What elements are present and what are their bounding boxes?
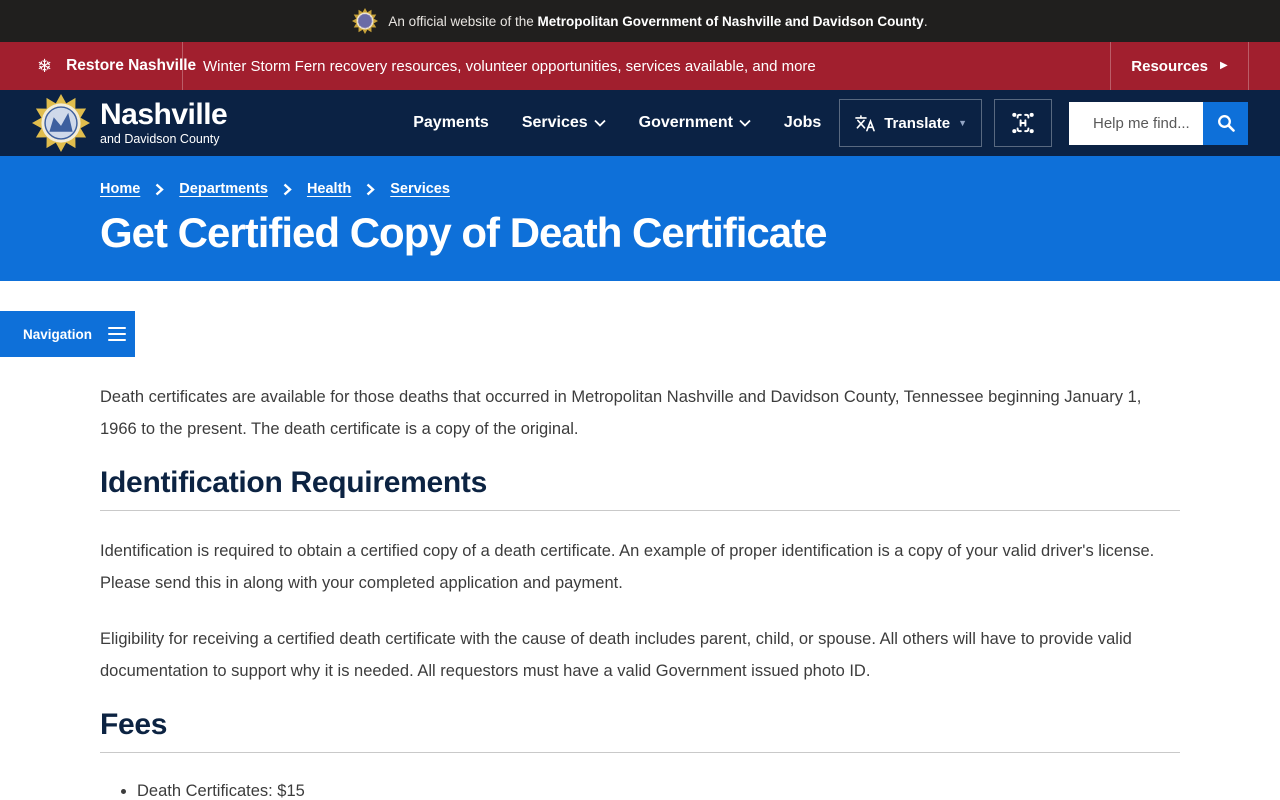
chevron-down-icon [594,119,606,127]
logo-subtitle: and Davidson County [100,132,220,146]
site-header: Nashville and Davidson County Payments S… [0,90,1280,156]
resources-button[interactable]: Resources ▶ [1111,42,1248,90]
nav-item-payments[interactable]: Payments [413,114,489,132]
breadcrumb-link-departments[interactable]: Departments [179,181,268,197]
search-button[interactable] [1203,101,1248,145]
list-item: Death Certificates: $15 [137,775,1180,800]
hub-icon [1012,112,1034,134]
nav-item-government[interactable]: Government [639,114,751,132]
section-heading-identification: Identification Requirements [100,466,487,499]
restore-nashville-label: Restore Nashville [66,57,197,74]
logo-text: Nashville and Davidson County [100,98,228,147]
alert-bar: ❄ Restore Nashville Winter Storm Fern re… [0,42,1280,90]
breadcrumb-link-health[interactable]: Health [307,181,351,197]
hero: Home Departments Health Services Get Cer… [0,156,1280,281]
translate-button[interactable]: Translate ▼ [839,99,982,147]
main-content: Death certificates are available for tho… [0,381,1280,800]
logo-title: Nashville [100,98,228,131]
page-title: Get Certified Copy of Death Certificate [100,209,827,256]
intro-paragraph: Death certificates are available for tho… [100,388,1142,438]
main-nav: Payments Services Government Jobs [413,114,821,132]
section-heading-fees: Fees [100,708,168,741]
breadcrumb-link-services[interactable]: Services [390,181,450,197]
snowflake-icon: ❄ [37,56,53,76]
breadcrumb-chevron-icon [155,183,165,196]
heading-rule [100,752,1180,753]
breadcrumb: Home Departments Health Services [100,181,1180,197]
translate-icon [855,114,876,131]
hamburger-icon [108,326,127,342]
alert-message: Winter Storm Fern recovery resources, vo… [203,57,816,75]
translate-label: Translate [884,114,951,132]
breadcrumb-link-home[interactable]: Home [100,181,140,197]
hub-button[interactable] [994,99,1052,147]
breadcrumb-chevron-icon [366,183,376,196]
caret-down-icon: ▼ [958,118,967,128]
header-controls: Translate ▼ [839,99,1248,147]
navigation-label: Navigation [23,326,93,342]
breadcrumb-chevron-icon [283,183,292,196]
chevron-down-icon [739,119,751,127]
search-form [1069,101,1248,145]
identification-paragraph-1: Identification is required to obtain a c… [100,542,1155,592]
restore-nashville-link[interactable]: ❄ Restore Nashville [0,42,196,90]
official-banner: An official website of the Metropolitan … [0,0,1280,42]
fees-list: Death Certificates: $15 Each additional … [100,775,1180,800]
alert-end-pad [1249,42,1280,90]
resources-label: Resources [1131,57,1208,75]
nav-item-services[interactable]: Services [522,114,606,132]
identification-paragraph-2: Eligibility for receiving a certified de… [100,630,1132,680]
nav-item-jobs[interactable]: Jobs [784,114,821,132]
play-arrow-icon: ▶ [1220,60,1228,71]
navigation-toggle-button[interactable]: Navigation [0,311,135,357]
metro-seal-icon [352,8,379,34]
heading-rule [100,510,1180,511]
search-input[interactable] [1069,101,1203,145]
seal-icon [32,94,90,152]
official-banner-text: An official website of the Metropolitan … [388,13,928,29]
search-icon [1217,115,1235,132]
nashville-logo[interactable]: Nashville and Davidson County [32,94,228,152]
